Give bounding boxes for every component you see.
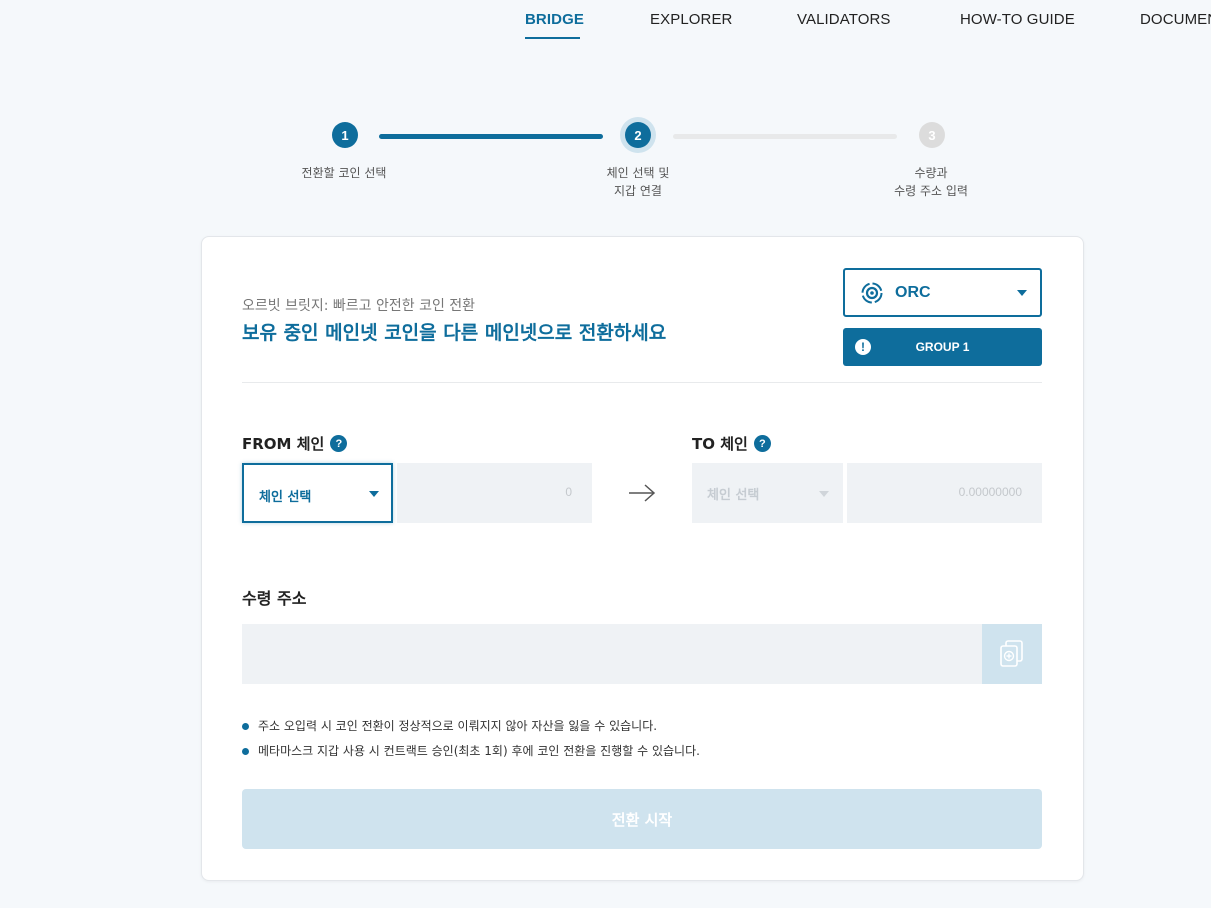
step-2-label-line2: 지갑 연결 — [614, 184, 662, 198]
step-connector-2 — [673, 134, 897, 139]
card-title: 보유 중인 메인넷 코인을 다른 메인넷으로 전환하세요 — [242, 322, 667, 344]
from-chain-placeholder: 체인 선택 — [259, 490, 312, 505]
receive-address-label: 수령 주소 — [242, 589, 307, 608]
to-help-icon[interactable]: ? — [753, 435, 771, 452]
receive-address-input[interactable] — [242, 624, 982, 684]
paste-address-button[interactable] — [982, 624, 1042, 684]
nav-active-indicator — [525, 37, 580, 39]
bridge-card: 오르빗 브릿지: 빠르고 안전한 코인 전환 보유 중인 메인넷 코인을 다른 … — [201, 236, 1084, 881]
to-chain-heading: TO 체인 ? — [692, 433, 771, 454]
nav-bridge[interactable]: BRIDGE — [525, 11, 584, 28]
chevron-down-icon — [369, 491, 379, 497]
header-divider — [242, 382, 1042, 383]
nav-explorer[interactable]: EXPLORER — [650, 11, 733, 28]
step-2-circle: 2 — [625, 122, 651, 148]
coin-select-dropdown[interactable]: ORC — [843, 268, 1042, 317]
group-button-label: GROUP 1 — [915, 340, 970, 354]
nav-how-to-guide[interactable]: HOW-TO GUIDE — [960, 11, 1075, 28]
from-amount-field[interactable]: 0 — [397, 463, 592, 523]
from-chain-label: FROM 체인 — [242, 435, 325, 453]
arrow-right-icon — [629, 484, 656, 502]
step-2-label-line1: 체인 선택 및 — [606, 166, 670, 180]
from-help-icon[interactable]: ? — [330, 435, 348, 452]
notice-item: 주소 오입력 시 코인 전환이 정상적으로 이뤄지지 않아 자산을 잃을 수 있… — [242, 714, 700, 739]
notice-item: 메타마스크 지갑 사용 시 컨트랙트 승인(최초 1회) 후에 코인 전환을 진… — [242, 739, 700, 764]
from-chain-select[interactable]: 체인 선택 — [242, 463, 393, 523]
nav-documents[interactable]: DOCUMENTS — [1140, 11, 1211, 28]
to-chain-placeholder: 체인 선택 — [707, 488, 760, 503]
step-1-label-line1: 전환할 코인 선택 — [301, 166, 387, 180]
from-chain-heading: FROM 체인 ? — [242, 433, 348, 454]
paste-icon — [1000, 640, 1023, 667]
step-3-label-line2: 수령 주소 입력 — [894, 184, 968, 198]
step-3-label: 수량과 수령 주소 입력 — [851, 164, 1011, 200]
from-amount-value: 0 — [565, 485, 572, 499]
step-1-circle: 1 — [332, 122, 358, 148]
step-connector-1 — [379, 134, 603, 139]
to-chain-select[interactable]: 체인 선택 — [692, 463, 843, 523]
chevron-down-icon — [1017, 290, 1027, 296]
to-amount-value: 0.00000000 — [958, 485, 1022, 499]
chevron-down-icon — [819, 491, 829, 497]
step-3-circle: 3 — [919, 122, 945, 148]
notice-list: 주소 오입력 시 코인 전환이 정상적으로 이뤄지지 않아 자산을 잃을 수 있… — [242, 714, 700, 764]
card-subtitle: 오르빗 브릿지: 빠르고 안전한 코인 전환 — [242, 298, 476, 314]
coin-select-value: ORC — [895, 284, 931, 301]
step-3-label-line1: 수량과 — [914, 166, 948, 180]
top-nav: BRIDGE EXPLORER VALIDATORS HOW-TO GUIDE … — [0, 0, 1211, 48]
orbit-coin-icon — [861, 282, 883, 304]
nav-validators[interactable]: VALIDATORS — [797, 11, 891, 28]
start-conversion-button[interactable]: 전환 시작 — [242, 789, 1042, 849]
group-button[interactable]: ! GROUP 1 — [843, 328, 1042, 366]
progress-stepper: 1 2 3 전환할 코인 선택 체인 선택 및 지갑 연결 수량과 수령 주소 … — [0, 118, 1211, 208]
to-chain-label: TO 체인 — [692, 435, 748, 453]
to-amount-field: 0.00000000 — [847, 463, 1042, 523]
step-2-label: 체인 선택 및 지갑 연결 — [558, 164, 718, 200]
step-1-label: 전환할 코인 선택 — [264, 164, 424, 182]
